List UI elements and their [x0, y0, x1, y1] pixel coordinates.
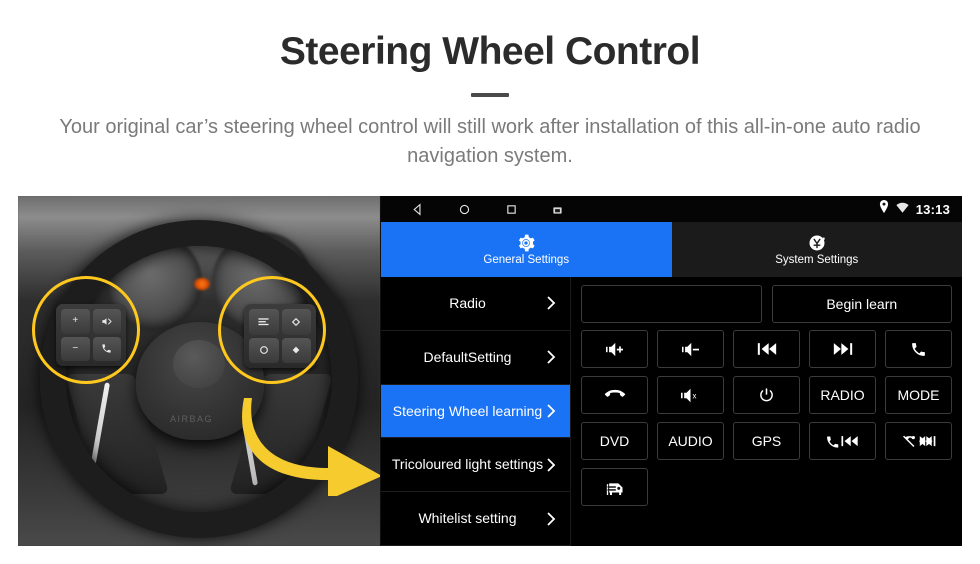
settings-sidebar: Radio DefaultSetting Steering Wheel lear… — [381, 277, 571, 546]
title-divider — [471, 92, 509, 97]
page-subtitle: Your original car’s steering wheel contr… — [59, 115, 921, 167]
chevron-right-icon — [546, 511, 556, 527]
tab-system-settings-label: System Settings — [775, 253, 859, 266]
answer-previous-icon — [826, 435, 858, 448]
previous-track-button[interactable] — [733, 330, 800, 368]
sidebar-item-label: Radio — [449, 295, 486, 311]
sidebar-item-steering-wheel-learning[interactable]: Steering Wheel learning — [381, 384, 570, 439]
android-head-unit: 13:13 General Settings System Settings R… — [380, 196, 962, 546]
recents-square-icon[interactable] — [505, 203, 518, 216]
system-swirl-icon — [807, 233, 827, 253]
status-clock: 13:13 — [915, 201, 950, 217]
car-settings-button[interactable] — [581, 468, 648, 506]
media-strip: AIRBAG + − 13:13 General Settings System… — [18, 196, 962, 546]
answer-previous-button[interactable] — [809, 422, 876, 460]
sidebar-item-radio[interactable]: Radio — [381, 277, 570, 331]
settings-body: Radio DefaultSetting Steering Wheel lear… — [381, 277, 962, 546]
sidebar-item-label: Tricoloured light settings — [391, 456, 544, 473]
chevron-right-icon — [546, 295, 556, 311]
car-icon — [606, 482, 622, 495]
audio-button[interactable]: AUDIO — [657, 422, 724, 460]
status-bar-right: 13:13 — [879, 196, 950, 222]
begin-learn-button[interactable]: Begin learn — [771, 285, 952, 323]
settings-tabs: General Settings System Settings — [381, 222, 962, 277]
phone-hangup-icon — [604, 389, 625, 397]
sidebar-item-label: Whitelist setting — [418, 510, 517, 527]
volume-down-icon — [682, 342, 699, 356]
learn-status-field[interactable] — [581, 285, 762, 323]
steering-wheel-learning-panel: Begin learn x RADIO MODE DVD AUDIO GPS — [571, 277, 962, 546]
volume-up-icon — [606, 342, 623, 356]
screenshot-icon[interactable] — [552, 203, 565, 216]
svg-text:x: x — [692, 391, 696, 400]
reject-next-icon — [902, 435, 935, 447]
chevron-right-icon — [546, 403, 556, 419]
next-track-button[interactable] — [809, 330, 876, 368]
chevron-right-icon — [546, 349, 556, 365]
answer-call-button[interactable] — [885, 330, 952, 368]
volume-up-button[interactable] — [581, 330, 648, 368]
power-button[interactable] — [733, 376, 800, 414]
gear-icon — [516, 233, 536, 253]
tab-system-settings[interactable]: System Settings — [671, 222, 962, 277]
gps-button[interactable]: GPS — [733, 422, 800, 460]
sidebar-item-tricoloured-light-settings[interactable]: Tricoloured light settings — [381, 438, 570, 493]
power-icon — [760, 387, 773, 401]
page-title: Steering Wheel Control — [279, 30, 701, 73]
volume-down-button[interactable] — [657, 330, 724, 368]
steering-wheel-photo: AIRBAG + − — [18, 196, 380, 546]
tab-general-settings-label: General Settings — [483, 253, 570, 266]
sidebar-item-defaultsetting[interactable]: DefaultSetting — [381, 331, 570, 385]
wifi-icon — [896, 200, 909, 218]
volume-mute-icon: x — [681, 388, 696, 402]
tab-general-settings[interactable]: General Settings — [381, 222, 672, 277]
phone-answer-icon — [912, 342, 925, 356]
navigation-bar — [411, 202, 565, 216]
chevron-right-icon — [546, 457, 556, 473]
sidebar-item-whitelist-setting[interactable]: Whitelist setting — [381, 492, 570, 546]
curved-arrow-icon — [242, 398, 380, 500]
sidebar-item-label: Steering Wheel learning — [392, 402, 543, 419]
back-triangle-icon[interactable] — [411, 202, 424, 216]
pointer-arrow — [232, 388, 380, 500]
reject-next-button[interactable] — [885, 422, 952, 460]
home-circle-icon[interactable] — [458, 203, 471, 216]
location-pin-icon — [879, 200, 889, 218]
sidebar-item-label: DefaultSetting — [423, 348, 512, 365]
panel-top-row: Begin learn — [581, 285, 952, 323]
status-bar: 13:13 — [381, 196, 962, 222]
highlight-circle-left — [32, 276, 140, 384]
mode-button[interactable]: MODE — [885, 376, 952, 414]
dvd-button[interactable]: DVD — [581, 422, 648, 460]
radio-button[interactable]: RADIO — [809, 376, 876, 414]
highlight-circle-right — [218, 276, 326, 384]
previous-track-icon — [757, 343, 776, 355]
mute-button[interactable]: x — [657, 376, 724, 414]
next-track-icon — [833, 343, 852, 355]
hangup-call-button[interactable] — [581, 376, 648, 414]
page-header: Steering Wheel Control Your original car… — [0, 0, 980, 171]
swc-function-grid: x RADIO MODE DVD AUDIO GPS — [581, 330, 952, 540]
